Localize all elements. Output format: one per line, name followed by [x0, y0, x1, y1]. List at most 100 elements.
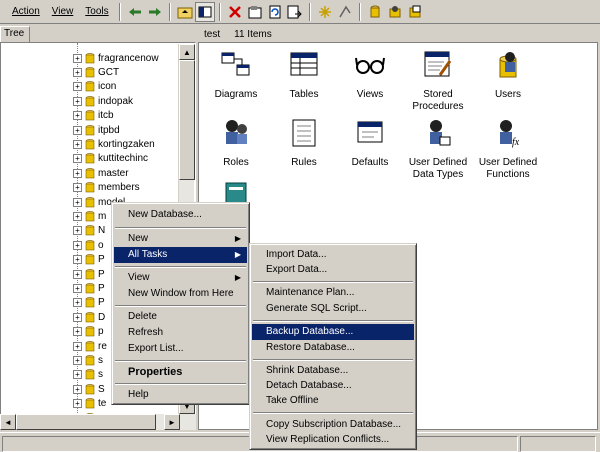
- expand-icon[interactable]: +: [73, 168, 82, 178]
- menu-tools[interactable]: Tools: [79, 2, 114, 22]
- scroll-right-icon[interactable]: ►: [164, 414, 180, 430]
- tree-item[interactable]: + itpbd: [73, 123, 120, 137]
- menu-delete[interactable]: Delete: [114, 309, 247, 325]
- tree-item[interactable]: + P: [73, 267, 105, 281]
- expand-icon[interactable]: +: [73, 355, 82, 365]
- tree-item[interactable]: + S: [73, 382, 105, 396]
- user-defined-functions-item[interactable]: fx User Defined Functions: [473, 117, 543, 181]
- expand-icon[interactable]: +: [73, 154, 82, 164]
- roles-item[interactable]: Roles: [201, 117, 271, 169]
- users-item[interactable]: Users: [473, 49, 543, 101]
- tree-item[interactable]: + members: [73, 181, 140, 195]
- tree-item[interactable]: + kortingzaken: [73, 137, 155, 151]
- tree-item[interactable]: + kuttitechinc: [73, 152, 148, 166]
- menu-new-database[interactable]: New Database...: [114, 207, 247, 223]
- expand-icon[interactable]: +: [73, 211, 82, 221]
- back-arrow-icon[interactable]: [125, 2, 145, 22]
- tree-horizontal-scrollbar[interactable]: ◄ ►: [0, 414, 196, 430]
- properties-icon[interactable]: [245, 2, 265, 22]
- tree-item[interactable]: + GCT: [73, 65, 119, 79]
- tree-item[interactable]: + s: [73, 368, 103, 382]
- expand-icon[interactable]: +: [73, 399, 82, 409]
- tree-item[interactable]: + master: [73, 166, 129, 180]
- menu-shrink-database[interactable]: Shrink Database...: [252, 363, 414, 379]
- scroll-up-icon[interactable]: ▲: [179, 44, 195, 60]
- export-list-icon[interactable]: [285, 2, 305, 22]
- expand-icon[interactable]: +: [73, 255, 82, 265]
- expand-icon[interactable]: +: [73, 312, 82, 322]
- menu-view[interactable]: View: [46, 2, 80, 22]
- new-database-icon[interactable]: [365, 2, 385, 22]
- expand-icon[interactable]: +: [73, 269, 82, 279]
- expand-icon[interactable]: +: [73, 240, 82, 250]
- expand-icon[interactable]: +: [73, 183, 82, 193]
- expand-icon[interactable]: +: [73, 341, 82, 351]
- menu-view-replication-conflicts[interactable]: View Replication Conflicts...: [252, 432, 414, 448]
- delete-icon[interactable]: [225, 2, 245, 22]
- menu-new[interactable]: New ▶: [114, 231, 247, 247]
- expand-icon[interactable]: +: [73, 197, 82, 207]
- menu-copy-subscription-database[interactable]: Copy Subscription Database...: [252, 417, 414, 433]
- scroll-left-icon[interactable]: ◄: [0, 414, 16, 430]
- tree-item[interactable]: + te: [73, 397, 106, 411]
- diagrams-item[interactable]: Diagrams: [201, 49, 271, 101]
- tree-item[interactable]: + fragrancenow: [73, 51, 159, 65]
- register-server-icon[interactable]: [335, 2, 355, 22]
- tree-item[interactable]: + p: [73, 325, 104, 339]
- tree-item[interactable]: + indopak: [73, 94, 133, 108]
- tree-item[interactable]: + P: [73, 296, 105, 310]
- new-job-icon[interactable]: [405, 2, 425, 22]
- menu-restore-database[interactable]: Restore Database...: [252, 340, 414, 356]
- defaults-item[interactable]: Defaults: [335, 117, 405, 169]
- menu-detach-database[interactable]: Detach Database...: [252, 378, 414, 394]
- expand-icon[interactable]: +: [73, 139, 82, 149]
- expand-icon[interactable]: +: [73, 327, 82, 337]
- tree-item[interactable]: + P: [73, 281, 105, 295]
- tree-item[interactable]: + re: [73, 339, 107, 353]
- tree-item[interactable]: + m: [73, 209, 106, 223]
- menu-view[interactable]: View ▶: [114, 270, 247, 286]
- expand-icon[interactable]: +: [73, 53, 82, 63]
- menu-new-window[interactable]: New Window from Here: [114, 286, 247, 302]
- expand-icon[interactable]: +: [73, 96, 82, 106]
- menu-all-tasks[interactable]: All Tasks ▶: [114, 247, 247, 263]
- hscroll-thumb[interactable]: [16, 414, 156, 430]
- expand-icon[interactable]: +: [73, 82, 82, 92]
- menu-export-list[interactable]: Export List...: [114, 341, 247, 357]
- expand-icon[interactable]: +: [73, 111, 82, 121]
- tree-item[interactable]: + s: [73, 353, 103, 367]
- menu-generate-sql-script[interactable]: Generate SQL Script...: [252, 301, 414, 317]
- tree-item[interactable]: + icon: [73, 80, 116, 94]
- refresh-icon[interactable]: [265, 2, 285, 22]
- menu-export-data[interactable]: Export Data...: [252, 262, 414, 278]
- menu-import-data[interactable]: Import Data...: [252, 247, 414, 263]
- scroll-thumb[interactable]: [179, 60, 195, 180]
- wizard-icon[interactable]: [315, 2, 335, 22]
- tables-item[interactable]: Tables: [269, 49, 339, 101]
- expand-icon[interactable]: +: [73, 384, 82, 394]
- expand-icon[interactable]: +: [73, 298, 82, 308]
- tree-item[interactable]: + itcb: [73, 109, 114, 123]
- tree-item[interactable]: + D: [73, 310, 105, 324]
- expand-icon[interactable]: +: [73, 370, 82, 380]
- expand-icon[interactable]: +: [73, 226, 82, 236]
- tree-item[interactable]: + N: [73, 224, 105, 238]
- views-item[interactable]: Views: [335, 49, 405, 101]
- menu-refresh[interactable]: Refresh: [114, 325, 247, 341]
- expand-icon[interactable]: +: [73, 125, 82, 135]
- tree-item[interactable]: + o: [73, 238, 104, 252]
- menu-maintenance-plan[interactable]: Maintenance Plan...: [252, 285, 414, 301]
- menu-backup-database[interactable]: Backup Database...: [252, 324, 414, 340]
- stored-procedures-item[interactable]: Stored Procedures: [403, 49, 473, 113]
- tree-item[interactable]: + P: [73, 253, 105, 267]
- menu-take-offline[interactable]: Take Offline: [252, 393, 414, 409]
- show-tree-icon[interactable]: [194, 1, 215, 22]
- user-defined-data-types-item[interactable]: User Defined Data Types: [403, 117, 473, 181]
- expand-icon[interactable]: +: [73, 283, 82, 293]
- rules-item[interactable]: Rules: [269, 117, 339, 169]
- new-login-icon[interactable]: [385, 2, 405, 22]
- menu-action[interactable]: Action: [6, 2, 46, 22]
- menu-properties[interactable]: Properties: [114, 364, 247, 380]
- menu-help[interactable]: Help: [114, 387, 247, 403]
- tab-tree[interactable]: Tree: [0, 26, 30, 42]
